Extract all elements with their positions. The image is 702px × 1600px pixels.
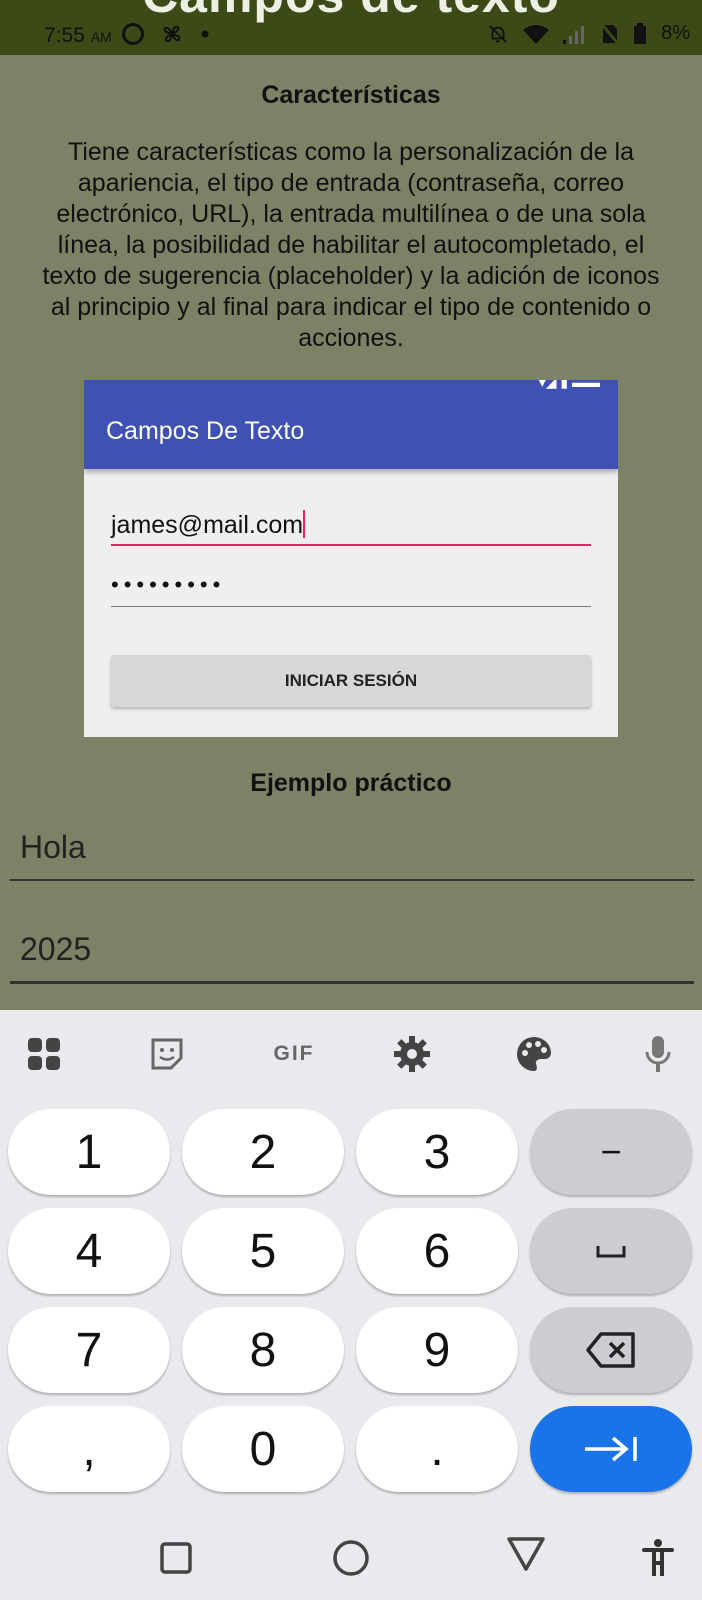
accessibility-icon[interactable] [632,1532,684,1584]
example-email-value: james@mail.com [111,511,304,539]
section-heading-example: Ejemplo práctico [250,769,452,797]
key-backspace[interactable] [530,1307,692,1393]
example-email-field: james@mail.com [111,510,591,546]
clock: 7:55 AM [44,24,112,48]
dot-icon [201,30,209,38]
battery-icon [634,22,647,44]
no-sim-icon [601,22,620,45]
key-7[interactable]: 7 [8,1307,170,1393]
status-bar: Campos de texto 7:55 AM 8% [0,0,702,55]
space-icon [596,1246,626,1258]
next-field-icon [585,1436,637,1462]
app-title-cutoff: Campos de texto [0,0,702,24]
sticker-icon[interactable] [145,1032,189,1076]
navigation-bar [0,1510,702,1600]
recent-apps-icon[interactable] [150,1532,202,1584]
text-field-number-value: 2025 [20,931,92,967]
key-1[interactable]: 1 [8,1109,170,1195]
example-app-title: Campos De Texto [106,417,305,445]
example-status-glyphs: ▾◢ ▮ ▬▬ [538,380,600,390]
key-2[interactable]: 2 [182,1109,344,1195]
key-3[interactable]: 3 [356,1109,518,1195]
back-icon[interactable] [500,1528,552,1580]
keyboard-toolbar: GIF [0,1010,702,1094]
palette-icon[interactable] [512,1032,556,1076]
key-8[interactable]: 8 [182,1307,344,1393]
content-area[interactable]: Características Tiene características co… [0,55,702,1010]
battery-percent: 8% [661,22,690,44]
example-password-field: ••••••••• [111,572,591,607]
text-field-hola-value: Hola [20,829,86,865]
settings-gear-icon[interactable] [390,1032,434,1076]
key-5[interactable]: 5 [182,1208,344,1294]
key-comma[interactable]: , [8,1406,170,1492]
key-period[interactable]: . [356,1406,518,1492]
example-app-bar: ▾◢ ▮ ▬▬ Campos De Texto [84,380,618,469]
example-screenshot-image: ▾◢ ▮ ▬▬ Campos De Texto james@mail.com •… [84,380,618,737]
text-field-number[interactable]: 2025 [10,917,694,984]
no-entry-icon [122,23,144,45]
backspace-icon [586,1332,635,1368]
key-minus[interactable]: − [530,1109,692,1195]
home-icon[interactable] [325,1532,377,1584]
wifi-icon [523,24,550,44]
clock-ampm: AM [90,29,112,45]
signal-icon [563,25,585,44]
text-field-hola[interactable]: Hola [10,815,694,881]
key-6[interactable]: 6 [356,1208,518,1294]
key-4[interactable]: 4 [8,1208,170,1294]
key-next[interactable] [530,1406,692,1492]
gif-icon[interactable]: GIF [266,1032,322,1076]
text-caret [303,510,306,538]
apps-grid-icon[interactable] [22,1032,66,1076]
features-paragraph: Tiene características como la personaliz… [42,138,660,352]
system-icons: 8% [487,22,690,45]
mute-bell-icon [489,24,507,43]
key-space[interactable] [530,1208,692,1294]
clock-time: 7:55 [44,24,85,47]
fan-icon [163,25,181,43]
key-9[interactable]: 9 [356,1307,518,1393]
key-0[interactable]: 0 [182,1406,344,1492]
section-heading-features: Características [261,81,441,109]
example-login-button: INICIAR SESIÓN [111,655,591,707]
microphone-icon[interactable] [636,1032,680,1076]
notification-icons [122,22,210,46]
